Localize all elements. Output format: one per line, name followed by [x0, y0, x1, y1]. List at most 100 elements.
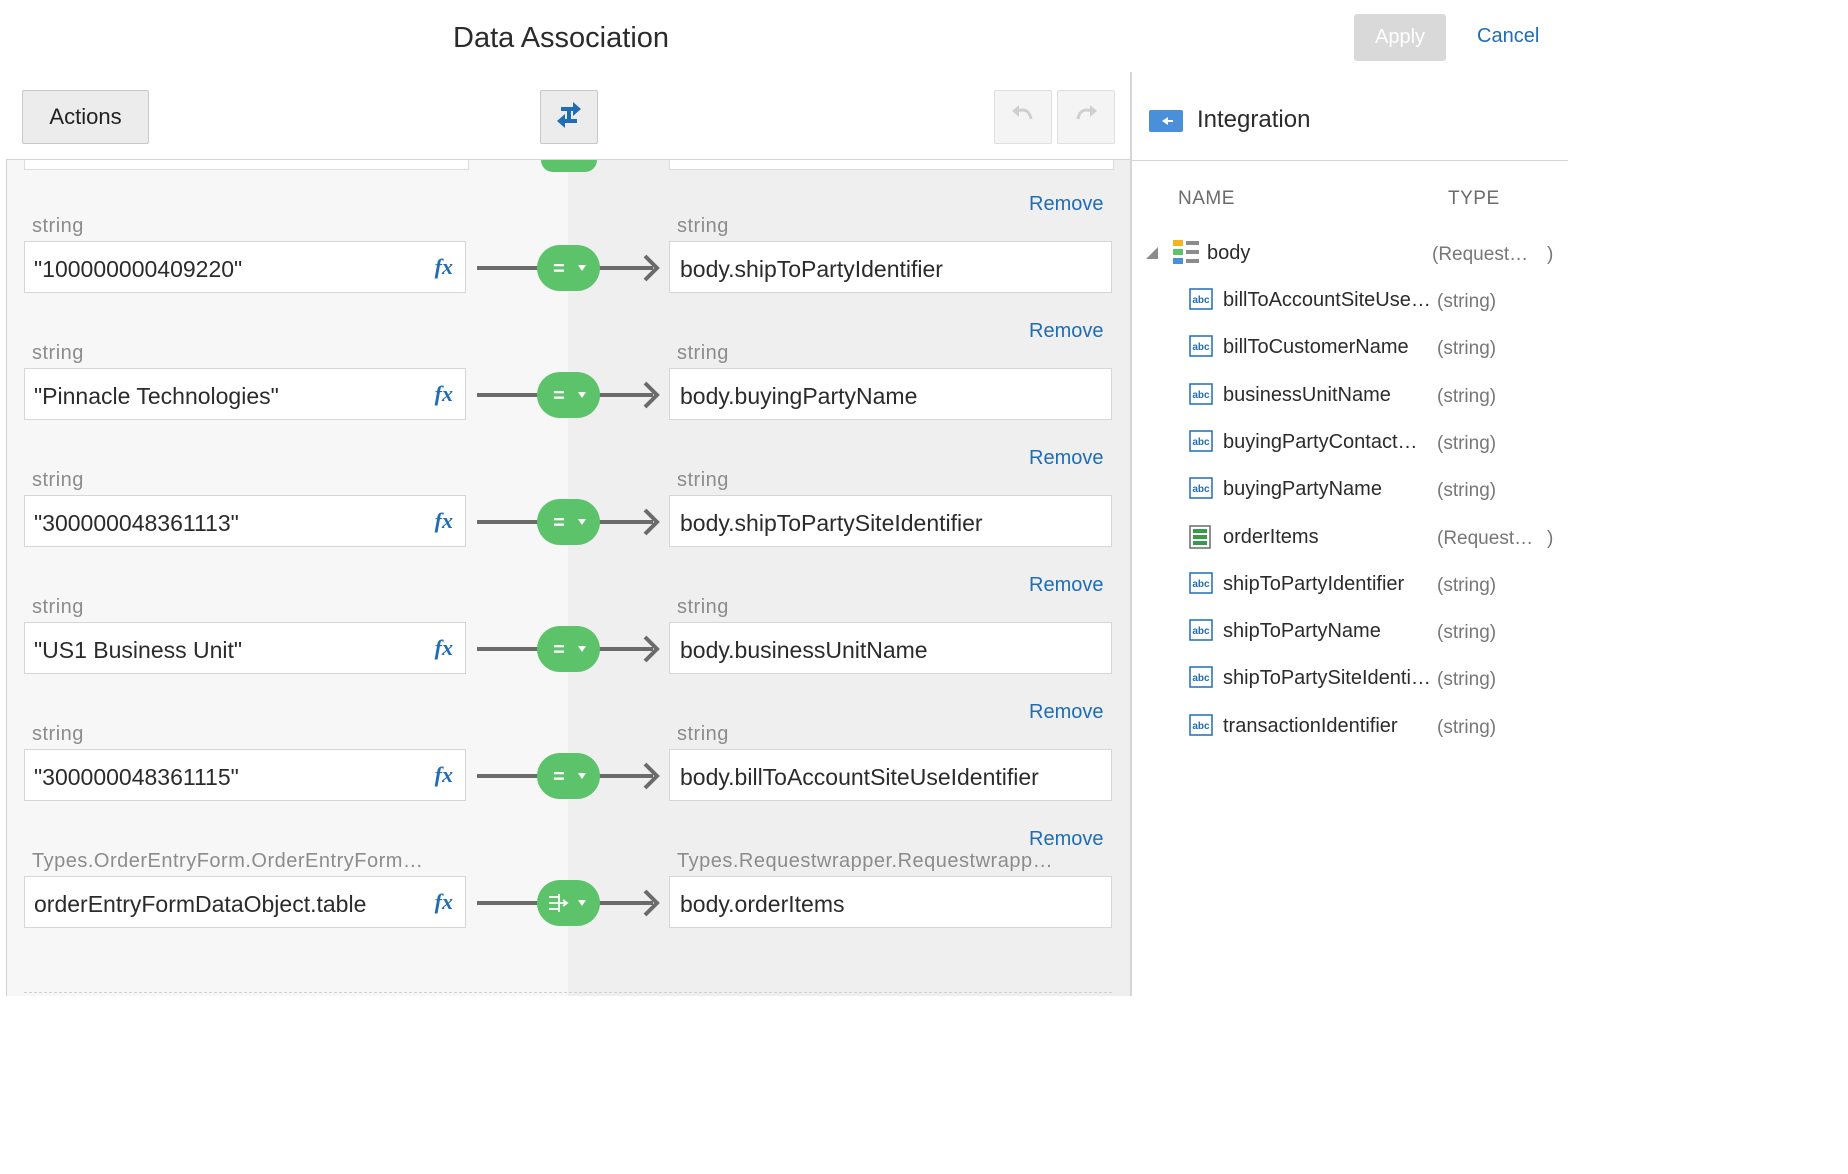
tree-item-row[interactable]: abc shipToPartyName (string): [1132, 611, 1568, 651]
target-field[interactable]: body.orderItems: [669, 876, 1112, 928]
source-value: orderEntryFormDataObject.table: [34, 891, 367, 917]
redo-icon: [1072, 103, 1100, 132]
tree-item-type: (Request…: [1437, 528, 1534, 549]
name-column-header: NAME: [1178, 188, 1235, 209]
tree-item-row[interactable]: abc billToAccountSiteUse… (string): [1132, 280, 1568, 320]
operator-toggle[interactable]: [537, 880, 600, 926]
mapping-connector: =: [477, 245, 660, 291]
operator-toggle[interactable]: =: [537, 245, 600, 291]
tree-item-name: businessUnitName: [1223, 384, 1391, 406]
mapping-connector: =: [477, 499, 660, 545]
source-type-label: string: [32, 469, 84, 491]
source-value: "Pinnacle Technologies": [34, 383, 279, 409]
source-expression-field[interactable]: "300000048361115" fx: [24, 749, 466, 801]
function-icon[interactable]: fx: [435, 762, 453, 788]
redo-button[interactable]: [1057, 90, 1115, 144]
integration-panel: Integration NAME TYPE body (Request… ) a…: [1132, 72, 1568, 996]
source-expression-field[interactable]: "US1 Business Unit" fx: [24, 622, 466, 674]
function-icon[interactable]: fx: [435, 889, 453, 915]
actions-button[interactable]: Actions: [22, 90, 149, 144]
svg-text:abc: abc: [1192, 579, 1210, 590]
source-type-label: string: [32, 596, 84, 618]
mapping-toolbar: Actions: [6, 72, 1130, 160]
target-type-label: Types.Requestwrapper.Requestwrapp…: [677, 850, 1054, 872]
dialog-title: Data Association: [453, 22, 670, 54]
tree-item-type-close: ): [1547, 244, 1554, 265]
tree-item-type-close: ): [1547, 528, 1554, 549]
tree-item-type: (string): [1437, 338, 1497, 359]
svg-text:abc: abc: [1192, 437, 1210, 448]
target-type-label: string: [677, 596, 729, 618]
svg-text:abc: abc: [1192, 390, 1210, 401]
automap-button[interactable]: [540, 90, 598, 144]
tree-root-row[interactable]: body (Request… ): [1132, 232, 1568, 274]
tree-item-name: orderItems: [1223, 526, 1319, 548]
function-icon[interactable]: fx: [435, 254, 453, 280]
target-field[interactable]: body.buyingPartyName: [669, 368, 1112, 420]
target-field[interactable]: body.businessUnitName: [669, 622, 1112, 674]
function-icon[interactable]: fx: [435, 508, 453, 534]
operator-toggle[interactable]: =: [537, 753, 600, 799]
target-field[interactable]: body.shipToPartySiteIdentifier: [669, 495, 1112, 547]
tree-item-row[interactable]: abc billToCustomerName (string): [1132, 327, 1568, 367]
remove-link[interactable]: Remove: [1029, 193, 1103, 216]
tree-item-name: billToAccountSiteUse…: [1223, 289, 1431, 311]
tree-item-type: (string): [1437, 386, 1497, 407]
collapse-triangle-icon[interactable]: [1146, 246, 1160, 265]
source-expression-field[interactable]: "300000048361113" fx: [24, 495, 466, 547]
remove-link[interactable]: Remove: [1029, 701, 1103, 724]
target-value: body.shipToPartyIdentifier: [680, 256, 943, 282]
operator-equals: =: [553, 512, 565, 534]
function-icon[interactable]: fx: [435, 635, 453, 661]
tree-item-row[interactable]: abc buyingPartyContact… (string): [1132, 422, 1568, 462]
tree-item-type: (string): [1437, 291, 1497, 312]
partial-source-field: [24, 160, 469, 170]
source-value: "300000048361113": [34, 510, 239, 536]
mapping-row: Remove string string "US1 Business Unit"…: [0, 574, 1130, 701]
remove-link[interactable]: Remove: [1029, 320, 1103, 343]
tree-item-name: buyingPartyName: [1223, 478, 1382, 500]
target-field[interactable]: body.shipToPartyIdentifier: [669, 241, 1112, 293]
source-value: "100000000409220": [34, 256, 243, 282]
tree-item-name: body: [1207, 242, 1251, 264]
tree-item-row[interactable]: abc transactionIdentifier (string): [1132, 706, 1568, 746]
source-expression-field[interactable]: orderEntryFormDataObject.table fx: [24, 876, 466, 928]
svg-text:abc: abc: [1192, 721, 1210, 732]
mapping-row: Remove Types.OrderEntryForm.OrderEntryFo…: [0, 828, 1130, 955]
source-expression-field[interactable]: "100000000409220" fx: [24, 241, 466, 293]
tree-item-name: shipToPartySiteIdenti…: [1223, 667, 1431, 689]
automap-icon: [553, 100, 585, 135]
cancel-link[interactable]: Cancel: [1477, 25, 1539, 48]
undo-button[interactable]: [994, 90, 1052, 144]
operator-toggle[interactable]: =: [537, 372, 600, 418]
type-column-header: TYPE: [1448, 188, 1500, 209]
operator-toggle[interactable]: =: [537, 499, 600, 545]
tree-item-name: shipToPartyIdentifier: [1223, 573, 1405, 595]
remove-link[interactable]: Remove: [1029, 574, 1103, 597]
tree-item-row[interactable]: abc shipToPartySiteIdenti… (string): [1132, 658, 1568, 698]
remove-link[interactable]: Remove: [1029, 447, 1103, 470]
tree-item-name: transactionIdentifier: [1223, 715, 1398, 737]
operator-toggle[interactable]: =: [537, 626, 600, 672]
tree-item-name: billToCustomerName: [1223, 336, 1409, 358]
string-icon: abc: [1189, 666, 1213, 693]
svg-text:abc: abc: [1192, 484, 1210, 495]
apply-button[interactable]: Apply: [1354, 14, 1446, 61]
string-icon: abc: [1189, 335, 1213, 362]
structure-icon: [1173, 240, 1199, 269]
tree-item-row[interactable]: abc businessUnitName (string): [1132, 375, 1568, 415]
source-type-label: string: [32, 215, 84, 237]
tree-item-row[interactable]: abc shipToPartyIdentifier (string): [1132, 564, 1568, 604]
partial-operator: [541, 160, 597, 172]
integration-title: Integration: [1197, 106, 1311, 133]
string-icon: abc: [1189, 383, 1213, 410]
tree-item-name: buyingPartyContact…: [1223, 431, 1418, 453]
target-field[interactable]: body.billToAccountSiteUseIdentifier: [669, 749, 1112, 801]
tree-item-row[interactable]: abc buyingPartyName (string): [1132, 469, 1568, 509]
undo-icon: [1009, 103, 1037, 132]
target-type-label: string: [677, 723, 729, 745]
remove-link[interactable]: Remove: [1029, 828, 1103, 851]
tree-item-row[interactable]: orderItems (Request…): [1132, 517, 1568, 557]
source-expression-field[interactable]: "Pinnacle Technologies" fx: [24, 368, 466, 420]
function-icon[interactable]: fx: [435, 381, 453, 407]
